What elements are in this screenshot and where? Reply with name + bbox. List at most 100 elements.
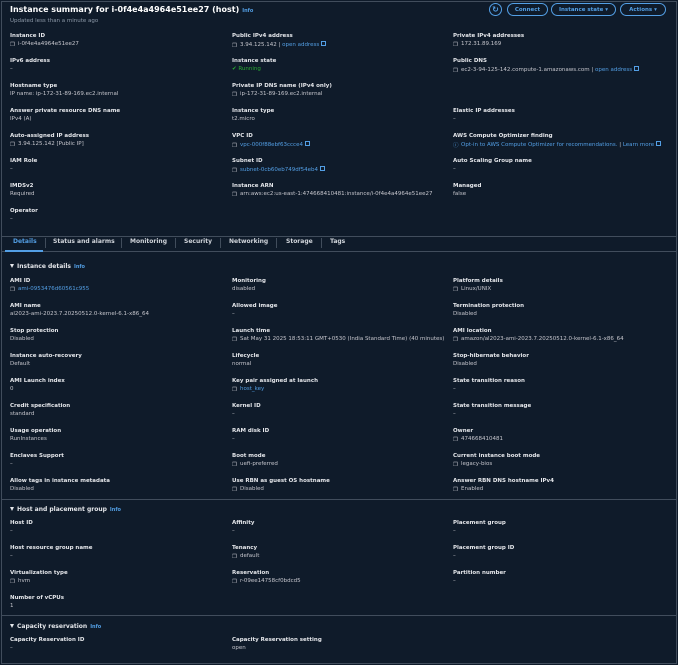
instance-state-label: Instance state [232,58,277,64]
virtualization-text: hvm [18,578,31,584]
enclaves-label: Enclaves Support [10,453,64,459]
copy-icon[interactable]: ❐ [453,337,459,343]
refresh-button[interactable]: ↻ [489,3,502,16]
placement-group-label: Placement group [453,520,506,526]
copy-icon[interactable]: ❐ [232,387,238,393]
keypair-link[interactable]: host_key [240,386,264,392]
copy-icon[interactable]: ❐ [453,487,459,493]
hostname-type-label: Hostname type [10,83,58,89]
vpc-value: ❐ vpc-000f88ebf63ccce4 [232,141,310,149]
public-ipv4-label: Public IPv4 address [232,33,293,39]
copy-icon[interactable]: ❐ [10,42,16,48]
connect-button[interactable]: Connect [507,3,548,16]
tab-divider [175,238,176,248]
kernel-id-label: Kernel ID [232,403,261,409]
platform-label: Platform details [453,278,503,284]
copy-icon[interactable]: ❐ [232,487,238,493]
subnet-link[interactable]: subnet-0cb60eb749df54eb4 [240,167,318,173]
instance-type-value: t2.micro [232,116,255,122]
copy-icon[interactable]: ❐ [232,579,238,585]
copy-icon[interactable]: ❐ [232,43,238,49]
termination-value: Disabled [453,311,477,317]
copy-icon[interactable]: ❐ [232,192,238,198]
tab-status-and-alarms[interactable]: Status and alarms [53,238,115,245]
elastic-ip-label: Elastic IP addresses [453,108,515,114]
ami-id-link[interactable]: ami-0953476d60561c955 [18,286,89,292]
boot-mode-text: uefi-preferred [240,461,278,467]
instance-id-label: Instance ID [10,33,46,39]
operator-label: Operator [10,208,38,214]
termination-label: Termination protection [453,303,525,309]
caret-down-icon: ▾ [654,6,657,13]
copy-icon[interactable]: ❐ [10,579,16,585]
instance-details-header[interactable]: Instance details Info [10,263,85,270]
ami-name-value: al2023-ami-2023.7.20250512.0-kernel-6.1-… [10,311,149,317]
caret-down-icon [10,507,14,511]
instance-id-value: ❐ i-0f4e4a4964e51ee27 [10,41,79,48]
copy-icon[interactable]: ❐ [453,287,459,293]
open-address-link[interactable]: open address [282,42,319,48]
answer-rbn-text: Enabled [461,486,484,492]
tab-divider [45,238,46,248]
public-dns-label: Public DNS [453,58,487,64]
stop-hibernate-label: Stop-hibernate behavior [453,353,529,359]
tab-tags[interactable]: Tags [330,238,345,245]
host-rg-value: – [10,553,13,559]
actions-button-label: Actions [629,6,653,13]
host-placement-header[interactable]: Host and placement group Info [10,506,121,513]
rbn-hostname-label: Use RBN as guest OS hostname [232,478,330,484]
cr-id-label: Capacity Reservation ID [10,637,85,643]
actions-button[interactable]: Actions ▾ [620,3,666,16]
vcpus-value: 1 [10,603,14,609]
tab-details[interactable]: Details [13,238,37,245]
copy-icon[interactable]: ❐ [453,462,459,468]
stop-protection-value: Disabled [10,336,34,342]
owner-text: 474668410481 [461,436,503,442]
copy-icon[interactable]: ❐ [453,437,459,443]
copy-icon[interactable]: ❐ [232,92,238,98]
copy-icon[interactable]: ❐ [232,554,238,560]
instance-state-value: ✔ Running [232,66,261,72]
copy-icon[interactable]: ❐ [10,142,16,148]
tab-networking[interactable]: Networking [229,238,268,245]
copy-icon[interactable]: ❐ [453,68,459,74]
capacity-reservation-title: Capacity reservation [17,623,88,630]
section-divider [1,499,677,500]
caret-down-icon [10,264,14,268]
auto-ip-label: Auto-assigned IP address [10,133,90,139]
launch-time-text: Sat May 31 2025 18:53:11 GMT+0530 (India… [240,336,445,342]
optimizer-link[interactable]: Opt-in to AWS Compute Optimizer for reco… [461,142,617,148]
copy-icon[interactable]: ❐ [232,143,238,149]
info-link[interactable]: Info [110,507,121,513]
info-link[interactable]: Info [242,8,253,14]
answer-rbn-label: Answer RBN DNS hostname IPv4 [453,478,554,484]
copy-icon[interactable]: ❐ [232,337,238,343]
learn-more-link[interactable]: Learn more [623,142,654,148]
copy-icon[interactable]: ❐ [232,168,238,174]
auto-recovery-label: Instance auto-recovery [10,353,82,359]
allow-tags-label: Allow tags in instance metadata [10,478,111,484]
copy-icon[interactable]: ❐ [453,42,459,48]
state-reason-value: – [453,386,456,392]
copy-icon[interactable]: ❐ [10,287,16,293]
host-id-label: Host ID [10,520,33,526]
credit-spec-value: standard [10,411,35,417]
tab-monitoring[interactable]: Monitoring [130,238,167,245]
copy-icon[interactable]: ❐ [232,462,238,468]
vpc-link[interactable]: vpc-000f88ebf63ccce4 [240,142,303,148]
cr-setting-value: open [232,645,246,651]
ami-launch-index-value: 0 [10,386,14,392]
tab-storage[interactable]: Storage [286,238,313,245]
tab-security[interactable]: Security [184,238,212,245]
instance-state-button[interactable]: Instance state ▾ [551,3,616,16]
info-link[interactable]: Info [90,624,101,630]
iam-role-label: IAM Role [10,158,38,164]
tab-divider [121,238,122,248]
info-link[interactable]: Info [74,264,85,270]
capacity-reservation-header[interactable]: Capacity reservation Info [10,623,101,630]
open-address-link[interactable]: open address [595,67,632,73]
imdsv2-label: IMDSv2 [10,183,34,189]
keypair-label: Key pair assigned at launch [232,378,318,384]
cr-setting-label: Capacity Reservation setting [232,637,322,643]
public-dns-value: ❐ ec2-3-94-125-142.compute-1.amazonaws.co… [453,66,640,74]
